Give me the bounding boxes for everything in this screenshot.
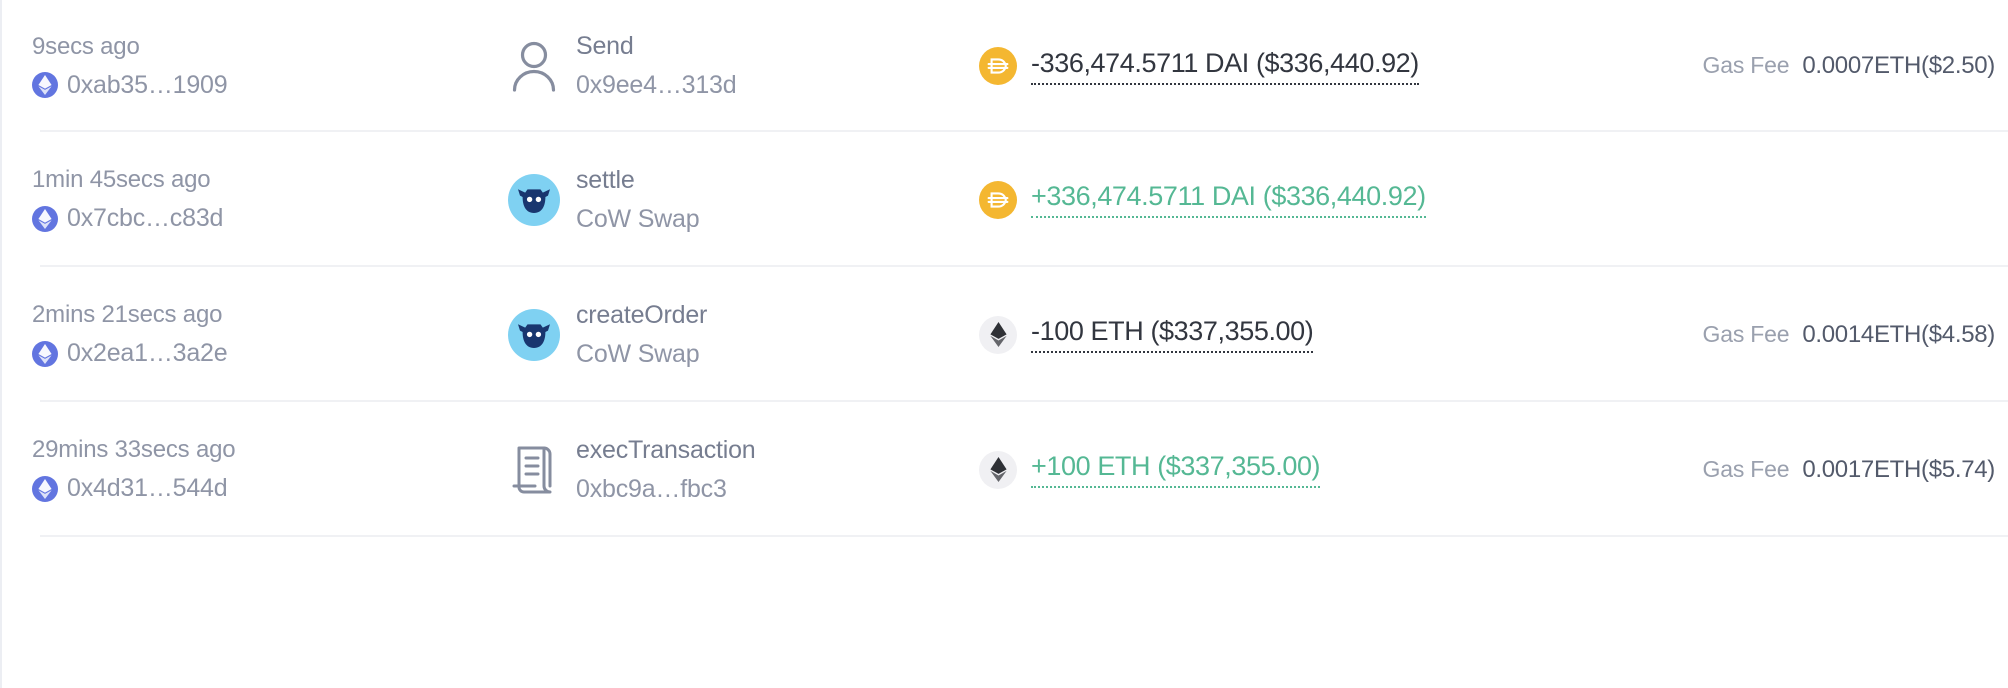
contract-scroll-icon (506, 442, 562, 498)
transaction-time-and-hash: 1min 45secs ago 0x7cbc…c83d (32, 166, 300, 233)
transaction-amount: -336,474.5711 DAI ($336,440.92) (770, 47, 1488, 85)
transaction-time-and-hash: 9secs ago 0xab35…1909 (32, 33, 300, 100)
cow-swap-icon (506, 172, 562, 228)
transaction-action: Send 0x9ee4…313d (300, 32, 770, 100)
transaction-amount: -100 ETH ($337,355.00) (770, 315, 1488, 354)
transaction-timestamp: 2mins 21secs ago (32, 301, 223, 328)
transaction-time-and-hash: 2mins 21secs ago 0x2ea1…3a2e (32, 301, 300, 368)
transaction-timestamp: 1min 45secs ago (32, 166, 211, 193)
transaction-list: 9secs ago 0xab35…1909 Send 0x9ee4…313d -336,… (2, 0, 2008, 537)
table-row[interactable]: 2mins 21secs ago 0x2ea1…3a2e createOrder Co… (2, 267, 2008, 402)
gas-fee-value: 0.0017ETH($5.74) (1802, 455, 1995, 483)
eth-token-icon (979, 315, 1017, 354)
ethereum-chain-icon (32, 340, 58, 367)
transaction-timestamp: 29mins 33secs ago (32, 436, 236, 463)
transaction-timestamp: 9secs ago (32, 32, 140, 60)
action-counterparty-label[interactable]: 0x9ee4…313d (576, 71, 737, 100)
gas-fee-cell: Gas Fee 0.0007ETH($2.50) (1488, 52, 2008, 80)
transaction-hash-link[interactable]: 0x4d31…544d (32, 474, 300, 503)
dai-token-icon (979, 47, 1017, 85)
gas-fee-label: Gas Fee (1702, 455, 1790, 482)
action-counterparty-label[interactable]: 0xbc9a…fbc3 (576, 475, 756, 504)
amount-value[interactable]: -336,474.5711 DAI ($336,440.92) (1031, 48, 1419, 85)
transaction-action: execTransaction 0xbc9a…fbc3 (300, 436, 770, 504)
transaction-hash-label: 0x7cbc…c83d (67, 204, 224, 232)
table-row[interactable]: 1min 45secs ago 0x7cbc…c83d settle CoW Swap… (2, 132, 2008, 267)
action-method-label: execTransaction (576, 435, 756, 464)
gas-fee-label: Gas Fee (1702, 320, 1790, 347)
transaction-hash-link[interactable]: 0xab35…1909 (32, 71, 300, 100)
transaction-hash-link[interactable]: 0x2ea1…3a2e (32, 339, 300, 368)
gas-fee-label: Gas Fee (1702, 52, 1790, 78)
transaction-amount: +100 ETH ($337,355.00) (770, 450, 1488, 489)
gas-fee-cell: Gas Fee 0.0017ETH($5.74) (1488, 456, 2008, 484)
action-counterparty-label[interactable]: CoW Swap (576, 340, 707, 369)
transaction-history-panel: 9secs ago 0xab35…1909 Send 0x9ee4…313d -336,… (0, 0, 2008, 688)
transaction-hash-label: 0xab35…1909 (67, 70, 228, 99)
ethereum-chain-icon (32, 72, 58, 98)
gas-fee-cell: Gas Fee 0.0014ETH($4.58) (1488, 321, 2008, 349)
action-counterparty-label[interactable]: CoW Swap (576, 205, 700, 234)
gas-fee-value: 0.0007ETH($2.50) (1802, 52, 1995, 79)
row-divider (40, 535, 2008, 537)
cow-swap-icon (506, 307, 562, 363)
eth-token-icon (979, 450, 1017, 489)
amount-value[interactable]: +336,474.5711 DAI ($336,440.92) (1031, 181, 1426, 218)
table-row[interactable]: 29mins 33secs ago 0x4d31…544d execTransact… (2, 402, 2008, 537)
amount-value[interactable]: +100 ETH ($337,355.00) (1031, 451, 1321, 488)
gas-fee-value: 0.0014ETH($4.58) (1802, 320, 1995, 348)
ethereum-chain-icon (32, 475, 58, 502)
person-icon (506, 38, 562, 94)
transaction-amount: +336,474.5711 DAI ($336,440.92) (770, 180, 1488, 219)
transaction-hash-label: 0x2ea1…3a2e (67, 339, 228, 367)
transaction-hash-link[interactable]: 0x7cbc…c83d (32, 204, 300, 233)
transaction-hash-label: 0x4d31…544d (67, 474, 228, 502)
transaction-action: settle CoW Swap (300, 166, 770, 234)
amount-value[interactable]: -100 ETH ($337,355.00) (1031, 316, 1314, 353)
transaction-time-and-hash: 29mins 33secs ago 0x4d31…544d (32, 436, 300, 503)
action-method-label: settle (576, 165, 635, 194)
action-method-label: createOrder (576, 300, 708, 329)
transaction-action: createOrder CoW Swap (300, 301, 770, 369)
table-row[interactable]: 9secs ago 0xab35…1909 Send 0x9ee4…313d -336,… (2, 0, 2008, 132)
action-method-label: Send (576, 32, 634, 60)
ethereum-chain-icon (32, 205, 58, 232)
dai-token-icon (979, 180, 1017, 219)
